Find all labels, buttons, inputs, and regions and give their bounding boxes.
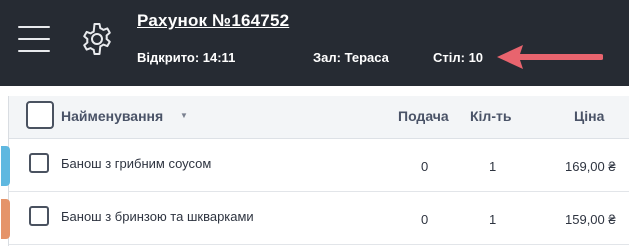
column-header-qty: Кіл-ть bbox=[470, 108, 512, 124]
table-label: Стіл: 10 bbox=[433, 50, 484, 65]
hamburger-menu-icon[interactable] bbox=[18, 26, 50, 52]
item-price: 169,00 ₴ bbox=[565, 159, 616, 174]
column-header-name[interactable]: Найменування bbox=[61, 108, 163, 124]
menu-line bbox=[18, 38, 50, 40]
table-row[interactable]: Банош з грибним соусом 0 1 169,00 ₴ bbox=[1, 139, 629, 192]
hall-label: Зал: Тераса bbox=[313, 50, 389, 65]
gear-icon[interactable] bbox=[79, 21, 115, 57]
top-bar: Рахунок №164752 Відкрито: 14:11 Зал: Тер… bbox=[0, 0, 629, 86]
item-qty: 1 bbox=[489, 212, 497, 227]
row-checkbox[interactable] bbox=[29, 153, 49, 173]
table-header: Найменування ▼ Подача Кіл-ть Ціна bbox=[9, 96, 629, 139]
menu-line bbox=[18, 26, 50, 28]
gear-icon-graphic bbox=[83, 23, 111, 55]
item-name: Банош з бринзою та шкварками bbox=[61, 209, 254, 224]
category-marker bbox=[1, 199, 10, 239]
opened-time: Відкрито: 14:11 bbox=[137, 50, 236, 65]
select-all-checkbox[interactable] bbox=[26, 101, 54, 129]
order-items-table: Найменування ▼ Подача Кіл-ть Ціна Банош … bbox=[1, 96, 629, 246]
item-name: Банош з грибним соусом bbox=[61, 156, 212, 171]
item-qty: 1 bbox=[489, 159, 497, 174]
item-serve: 0 bbox=[421, 159, 429, 174]
item-serve: 0 bbox=[421, 212, 429, 227]
row-checkbox[interactable] bbox=[29, 206, 49, 226]
item-price: 159,00 ₴ bbox=[565, 212, 616, 227]
column-header-price: Ціна bbox=[574, 108, 605, 124]
table-row[interactable]: Банош з бринзою та шкварками 0 1 159,00 … bbox=[1, 192, 629, 245]
bill-title[interactable]: Рахунок №164752 bbox=[137, 11, 289, 31]
pointer-arrow bbox=[497, 45, 603, 69]
menu-line bbox=[18, 50, 50, 52]
spacer bbox=[0, 86, 629, 96]
sort-caret-icon[interactable]: ▼ bbox=[180, 111, 188, 120]
category-marker bbox=[1, 146, 10, 186]
column-header-serve: Подача bbox=[398, 108, 449, 124]
